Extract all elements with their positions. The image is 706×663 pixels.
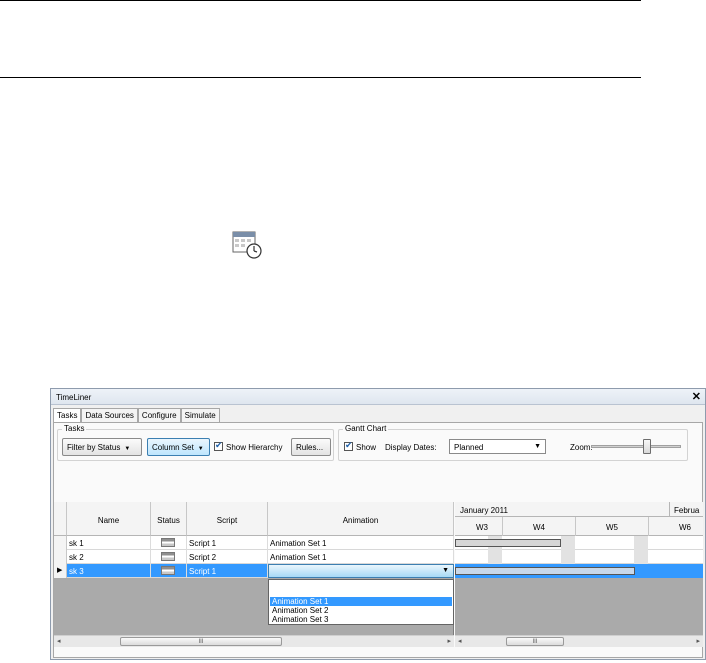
timeliner-window: TimeLiner ✕ Tasks Data Sources Configure… (50, 388, 706, 660)
column-header-animation[interactable]: Animation (268, 502, 454, 536)
script-cell[interactable]: Script 1 (187, 536, 268, 550)
week-label: W5 (606, 523, 618, 532)
animation-cell[interactable]: Animation Set 1 (268, 536, 454, 550)
scroll-right-arrow-icon[interactable]: ▸ (696, 637, 700, 645)
script-cell[interactable]: Script 1 (187, 564, 268, 578)
weekend-shade (634, 536, 648, 564)
grid-horizontal-scrollbar[interactable]: ◂ III ▸ (54, 635, 454, 647)
zoom-slider-track[interactable] (591, 445, 681, 448)
display-dates-select[interactable]: Planned ▼ (449, 439, 546, 454)
gantt-month-header: January 2011 Februa (455, 502, 703, 517)
animation-combobox[interactable]: ▼ (268, 564, 454, 578)
dropdown-option[interactable]: Animation Set 2 (270, 606, 452, 615)
task-name-cell[interactable]: sk 2 (67, 550, 151, 564)
gantt-bar[interactable] (455, 567, 635, 575)
gantt-bar[interactable] (455, 539, 561, 547)
row-header[interactable] (54, 550, 67, 564)
tasks-group-label: Tasks (62, 424, 87, 433)
week-label: W6 (679, 523, 691, 532)
display-dates-value: Planned (454, 443, 484, 452)
gantt-scroll-thumb[interactable]: III (506, 637, 564, 646)
rules-button[interactable]: Rules... (291, 438, 331, 456)
window-title: TimeLiner (56, 393, 92, 402)
zoom-label: Zoom: (570, 443, 593, 452)
column-header-status[interactable]: Status (151, 502, 187, 536)
month-label-january: January 2011 (460, 506, 508, 515)
gantt-chart-group: Gantt Chart ✔ Show Display Dates: Planne… (338, 424, 688, 461)
tab-simulate[interactable]: Simulate (180, 408, 220, 422)
column-header-name[interactable]: Name (67, 502, 151, 536)
row-pointer-icon: ▶ (57, 567, 63, 574)
animation-dropdown-list: Animation Set 1 Animation Set 2 Animatio… (268, 579, 454, 625)
grid-scroll-thumb[interactable]: III (120, 637, 282, 646)
dropdown-option[interactable]: Animation Set 1 (270, 597, 452, 606)
tab-data-sources[interactable]: Data Sources (81, 408, 138, 422)
gantt-horizontal-scrollbar[interactable]: ◂ III ▸ (455, 635, 703, 647)
week-divider (502, 517, 503, 536)
gantt-group-label: Gantt Chart (343, 424, 389, 433)
checkmark-icon: ✔ (345, 440, 353, 450)
bottom-divider (0, 77, 641, 78)
weekend-shade (561, 536, 575, 564)
scroll-left-arrow-icon[interactable]: ◂ (57, 637, 61, 645)
table-row[interactable]: sk 2 Script 2 Animation Set 1 (54, 550, 454, 564)
scroll-left-arrow-icon[interactable]: ◂ (458, 637, 462, 645)
show-hierarchy-checkbox[interactable]: ✔ (214, 440, 223, 451)
row-header[interactable] (54, 536, 67, 550)
status-icon (161, 552, 175, 561)
zoom-slider-thumb[interactable] (642, 439, 651, 454)
show-hierarchy-label: Show Hierarchy (226, 443, 283, 452)
status-icon (161, 538, 175, 547)
rules-label: Rules... (296, 443, 324, 452)
dropdown-option[interactable]: Animation Set 3 (270, 615, 452, 624)
week-divider (575, 517, 576, 536)
animation-cell[interactable]: Animation Set 1 (268, 550, 454, 564)
display-dates-label: Display Dates: (385, 443, 437, 452)
week-label: W3 (476, 523, 488, 532)
table-row[interactable]: sk 1 Script 1 Animation Set 1 (54, 536, 454, 550)
filter-by-status-label: Filter by Status (67, 443, 121, 452)
row-header-corner (54, 502, 67, 536)
gantt-show-checkbox[interactable]: ✔ (344, 440, 353, 451)
filter-by-status-button[interactable]: Filter by Status ▼ (62, 438, 142, 456)
row-header[interactable]: ▶ (54, 564, 67, 578)
calendar-clock-icon (232, 231, 262, 259)
status-cell (151, 550, 187, 564)
dropdown-arrow-icon: ▼ (534, 443, 541, 450)
week-divider (648, 517, 649, 536)
column-set-button[interactable]: Column Set ▼ (147, 438, 210, 456)
gantt-show-label: Show (356, 443, 377, 452)
status-icon (161, 566, 175, 575)
week-label: W4 (533, 523, 545, 532)
tasks-toolbar-group: Tasks Filter by Status ▼ Column Set ▼ ✔ Sh… (57, 424, 334, 461)
status-cell (151, 564, 187, 578)
task-name-cell[interactable]: sk 3 (67, 564, 151, 578)
column-header-script[interactable]: Script (187, 502, 268, 536)
checkmark-icon: ✔ (215, 440, 223, 450)
script-cell[interactable]: Script 2 (187, 550, 268, 564)
column-set-label: Column Set (152, 443, 194, 452)
tab-tasks[interactable]: Tasks (53, 408, 82, 423)
scroll-right-arrow-icon[interactable]: ▸ (447, 637, 451, 645)
title-bar: TimeLiner ✕ (51, 389, 705, 405)
month-divider (669, 502, 670, 517)
gantt-week-header: W3 W4 W5 W6 (455, 517, 703, 536)
status-cell (151, 536, 187, 550)
month-label-february: Februa (674, 506, 700, 515)
dropdown-arrow-icon: ▼ (442, 567, 449, 574)
gantt-chart: January 2011 Februa W3 W4 W5 W6 ◂ III ▸ (455, 502, 703, 647)
task-name-cell[interactable]: sk 1 (67, 536, 151, 550)
tab-strip: Tasks Data Sources Configure Simulate (53, 408, 220, 423)
tasks-panel: Tasks Filter by Status ▼ Column Set ▼ ✔ Sh… (53, 422, 703, 658)
dropdown-arrow-icon: ▼ (197, 446, 204, 452)
dropdown-arrow-icon: ▼ (124, 446, 131, 452)
tab-configure[interactable]: Configure (137, 408, 181, 422)
close-icon[interactable]: ✕ (692, 390, 701, 403)
top-divider (0, 0, 641, 1)
